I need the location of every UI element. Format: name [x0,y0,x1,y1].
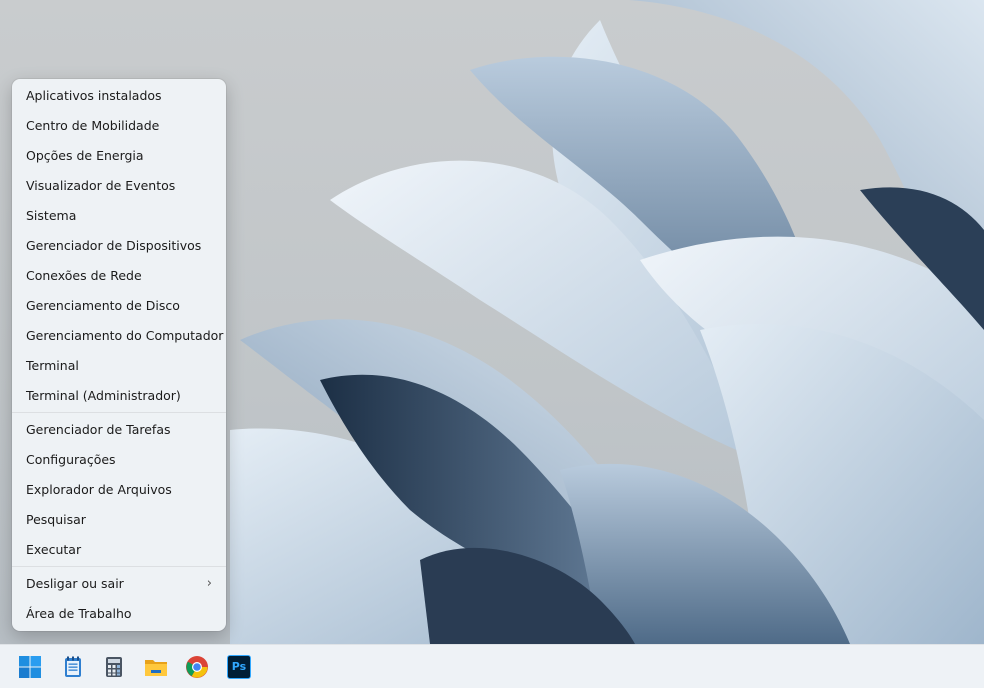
menu-item-installed-apps[interactable]: Aplicativos instalados [12,81,226,111]
chrome-icon[interactable] [185,655,209,679]
chevron-right-icon: › [206,576,212,591]
calculator-icon[interactable] [102,655,126,679]
menu-item-shutdown[interactable]: Desligar ou sair › [12,569,226,599]
menu-item-network-connections[interactable]: Conexões de Rede [12,261,226,291]
photoshop-icon-label: Ps [231,660,247,673]
menu-item-terminal-admin[interactable]: Terminal (Administrador) [12,381,226,411]
taskbar: Ps [0,644,984,688]
windows-start-icon[interactable] [18,655,42,679]
menu-item-device-manager[interactable]: Gerenciador de Dispositivos [12,231,226,261]
menu-item-computer-management[interactable]: Gerenciamento do Computador [12,321,226,351]
photoshop-icon[interactable]: Ps [227,655,251,679]
menu-item-search[interactable]: Pesquisar [12,505,226,535]
menu-item-terminal[interactable]: Terminal [12,351,226,381]
menu-item-task-manager[interactable]: Gerenciador de Tarefas [12,415,226,445]
file-explorer-icon[interactable] [144,655,168,679]
menu-item-disk-management[interactable]: Gerenciamento de Disco [12,291,226,321]
winx-context-menu: Aplicativos instalados Centro de Mobilid… [12,79,226,631]
menu-item-desktop[interactable]: Área de Trabalho [12,599,226,629]
notepad-icon[interactable] [61,655,85,679]
menu-item-settings[interactable]: Configurações [12,445,226,475]
menu-item-power-options[interactable]: Opções de Energia [12,141,226,171]
menu-item-event-viewer[interactable]: Visualizador de Eventos [12,171,226,201]
menu-item-file-explorer[interactable]: Explorador de Arquivos [12,475,226,505]
menu-item-run[interactable]: Executar [12,535,226,565]
menu-item-shutdown-label: Desligar ou sair [26,576,124,591]
menu-item-system[interactable]: Sistema [12,201,226,231]
menu-item-mobility-center[interactable]: Centro de Mobilidade [12,111,226,141]
menu-separator [12,412,226,413]
menu-separator [12,566,226,567]
